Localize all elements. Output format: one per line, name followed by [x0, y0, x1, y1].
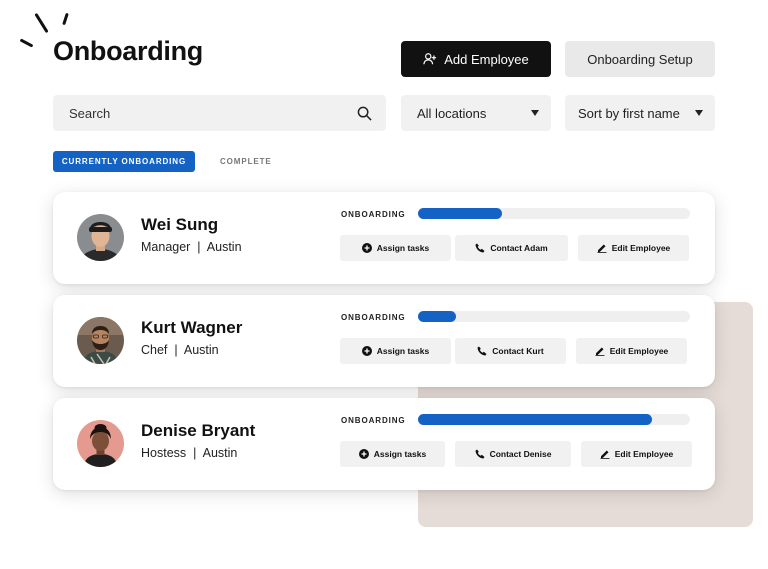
- assign-tasks-button[interactable]: Assign tasks: [340, 338, 451, 364]
- edit-employee-label: Edit Employee: [611, 243, 671, 253]
- sort-value: Sort by first name: [578, 105, 680, 121]
- assign-tasks-label: Assign tasks: [376, 243, 430, 253]
- employee-name: Wei Sung: [141, 215, 219, 234]
- phone-icon: [477, 346, 487, 356]
- contact-label: Contact Adam: [490, 243, 548, 253]
- progress-bar: [418, 414, 690, 425]
- edit-employee-button[interactable]: Edit Employee: [581, 441, 692, 467]
- employee-card: Kurt Wagner Chef | Austin ONBOARDING Ass…: [53, 295, 715, 387]
- edit-employee-button[interactable]: Edit Employee: [576, 338, 687, 364]
- contact-button[interactable]: Contact Kurt: [455, 338, 566, 364]
- avatar: [77, 420, 124, 467]
- pencil-icon: [597, 244, 607, 253]
- avatar: [77, 214, 124, 261]
- pencil-icon: [595, 347, 605, 356]
- tab-currently-onboarding[interactable]: CURRENTLY ONBOARDING: [53, 151, 195, 172]
- plus-circle-icon: [358, 449, 369, 459]
- search-input[interactable]: [69, 105, 357, 121]
- plus-circle-icon: [361, 346, 372, 356]
- assign-tasks-label: Assign tasks: [373, 449, 427, 459]
- status-label: ONBOARDING: [341, 416, 406, 425]
- edit-employee-label: Edit Employee: [614, 449, 674, 459]
- employee-role-location: Manager | Austin: [141, 240, 242, 254]
- user-add-icon: [423, 53, 437, 65]
- page-title: Onboarding: [53, 36, 203, 66]
- phone-icon: [475, 243, 485, 253]
- progress-bar: [418, 311, 690, 322]
- search-icon[interactable]: [357, 106, 372, 121]
- progress-bar: [418, 208, 690, 219]
- employee-card: Wei Sung Manager | Austin ONBOARDING Ass…: [53, 192, 715, 284]
- employee-card: Denise Bryant Hostess | Austin ONBOARDIN…: [53, 398, 715, 490]
- status-label: ONBOARDING: [341, 313, 406, 322]
- progress-fill: [418, 414, 652, 425]
- assign-tasks-button[interactable]: Assign tasks: [340, 235, 451, 261]
- onboarding-setup-button[interactable]: Onboarding Setup: [565, 41, 715, 77]
- location-filter-dropdown[interactable]: All locations: [401, 95, 551, 131]
- add-employee-button[interactable]: Add Employee: [401, 41, 551, 77]
- contact-button[interactable]: Contact Denise: [455, 441, 571, 467]
- sort-dropdown[interactable]: Sort by first name: [565, 95, 715, 131]
- onboarding-page: Onboarding Add Employee Onboarding Setup…: [0, 0, 768, 569]
- employee-role-location: Chef | Austin: [141, 343, 219, 357]
- search-bar: [53, 95, 386, 131]
- progress-fill: [418, 311, 457, 322]
- assign-tasks-button[interactable]: Assign tasks: [340, 441, 445, 467]
- employee-role-location: Hostess | Austin: [141, 446, 238, 460]
- assign-tasks-label: Assign tasks: [376, 346, 430, 356]
- edit-employee-button[interactable]: Edit Employee: [578, 235, 689, 261]
- location-filter-value: All locations: [417, 105, 487, 121]
- progress-fill: [418, 208, 503, 219]
- chevron-down-icon: [531, 110, 539, 116]
- tab-complete[interactable]: COMPLETE: [220, 151, 272, 172]
- plus-circle-icon: [361, 243, 372, 253]
- pencil-icon: [600, 450, 610, 459]
- avatar: [77, 317, 124, 364]
- employee-name: Denise Bryant: [141, 421, 256, 440]
- contact-label: Contact Denise: [489, 449, 552, 459]
- chevron-down-icon: [695, 110, 703, 116]
- add-employee-label: Add Employee: [444, 51, 529, 67]
- contact-label: Contact Kurt: [492, 346, 544, 356]
- employee-name: Kurt Wagner: [141, 318, 243, 337]
- contact-button[interactable]: Contact Adam: [455, 235, 568, 261]
- phone-icon: [475, 449, 485, 459]
- edit-employee-label: Edit Employee: [609, 346, 669, 356]
- status-label: ONBOARDING: [341, 210, 406, 219]
